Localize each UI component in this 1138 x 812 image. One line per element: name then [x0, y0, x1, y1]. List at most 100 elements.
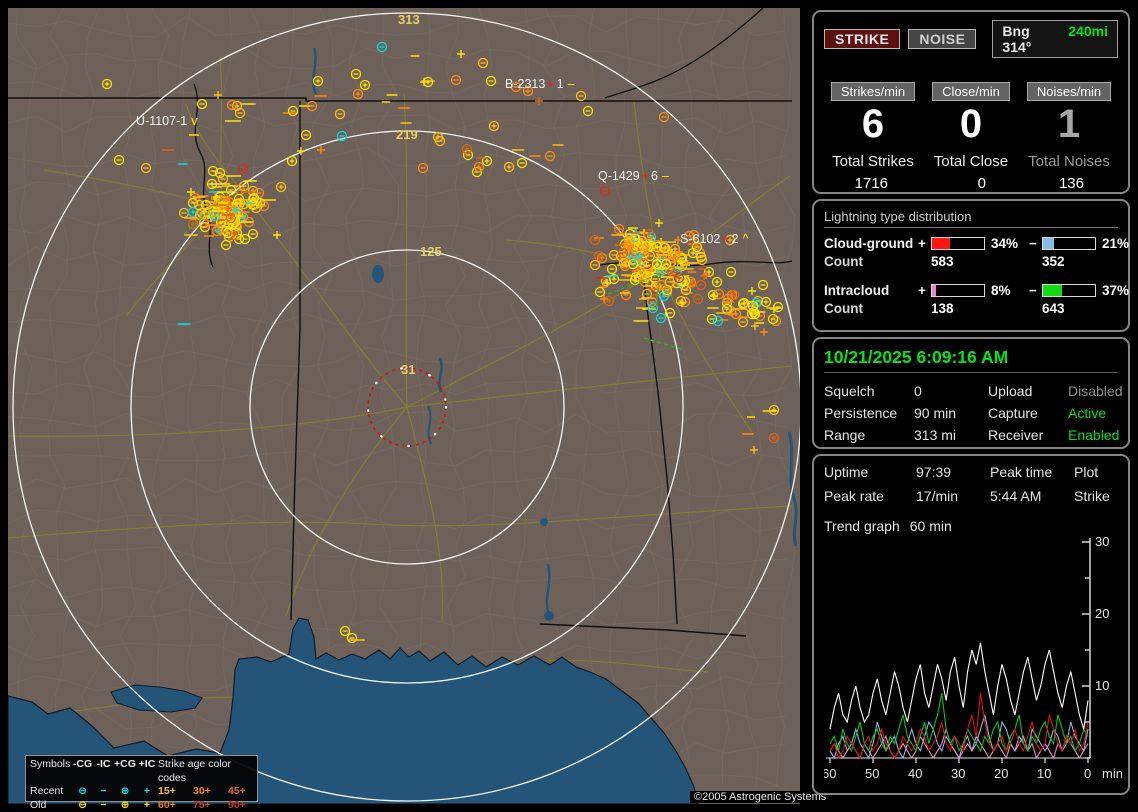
svg-text:60: 60 — [824, 766, 836, 781]
cg-positive-count: 583 — [931, 254, 954, 269]
legend-row-label: Recent — [30, 785, 64, 797]
total-strikes-label: Total Strikes — [832, 153, 914, 170]
uptime-label: Uptime — [824, 464, 869, 480]
symbol-legend: Symbols -CG -IC +CG +IC Strike age color code… — [25, 755, 258, 811]
intracloud-label: Intracloud — [824, 283, 890, 298]
peak-time-value: 5:44 AM — [990, 488, 1042, 504]
bearing-range-display: Bng 314° 240mi — [992, 20, 1118, 58]
ic-positive-percent: 8% — [991, 283, 1011, 298]
svg-text:S-6102+2^: S-6102 +2 ^ — [680, 232, 749, 246]
plot-label: Plot — [1074, 464, 1099, 480]
ic-positive-bar — [931, 284, 985, 297]
minus-sign: − — [1029, 236, 1037, 251]
noises-per-min-column: Noises/min 1 Total Noises 136 — [1020, 82, 1118, 192]
total-close-value: 0 — [977, 175, 986, 192]
map-viewport[interactable]: 313 219 125 31 B-2313 +1– U-1107-1 v Q-1429 +6– S… — [8, 8, 831, 811]
cg-negative-count: 352 — [1042, 254, 1065, 269]
ic-negative-bar — [1042, 284, 1096, 297]
legend-col--IC: -IC — [96, 758, 111, 770]
total-strikes-value: 1716 — [854, 175, 888, 192]
legend-age-75+: 75+ — [193, 798, 211, 811]
legend-symbol-icon: − — [100, 798, 107, 811]
status-label-1l: Persistence — [824, 405, 898, 421]
distribution-title: Lightning type distribution — [824, 209, 1118, 228]
svg-text:313: 313 — [398, 12, 420, 27]
plot-value[interactable]: Strike — [1074, 488, 1118, 504]
cg-positive-bar — [931, 237, 985, 250]
status-label-0l: Squelch — [824, 383, 875, 399]
close-per-min-value: 0 — [959, 102, 983, 146]
trend-graph: 10 20 30 60 50 40 30 20 10 0 min — [822, 534, 1123, 781]
status-value-1r: Active — [1068, 405, 1107, 421]
svg-text:10: 10 — [1037, 766, 1051, 781]
svg-text:125: 125 — [420, 244, 442, 259]
legend-symbol-icon: − — [100, 785, 107, 797]
cg-negative-bar — [1042, 237, 1096, 250]
ic-negative-count: 643 — [1042, 301, 1065, 316]
datetime-display: 10/21/2025 6:09:16 AM — [824, 347, 1118, 373]
uptime-value: 97:39 — [916, 464, 952, 480]
legend-symbols-header: Symbols — [30, 758, 71, 770]
legend-symbol-icon: ⊖ — [78, 785, 87, 797]
panel-session: Uptime 97:39 Peak time Plot Peak rate 17… — [812, 454, 1130, 795]
panel-stats: STRIKE NOISE Bng 314° 240mi Strikes/min … — [812, 10, 1130, 194]
status-label-2l: Range — [824, 427, 866, 443]
status-value-2r: Enabled — [1068, 427, 1120, 443]
total-close-label: Total Close — [933, 153, 1009, 170]
status-label-2r: Receiver — [988, 427, 1044, 443]
legend-age-header: Strike age color codes — [158, 758, 231, 784]
legend-col--CG: -CG — [72, 758, 93, 770]
status-value-0l: 0 — [914, 383, 922, 399]
legend-symbol-icon: ⊖ — [78, 798, 87, 811]
legend-symbol-icon: ⊕ — [120, 798, 130, 811]
svg-text:30: 30 — [951, 766, 965, 781]
svg-text:20: 20 — [1095, 606, 1109, 621]
peak-rate-label: Peak rate — [824, 488, 884, 504]
panel-status: 10/21/2025 6:09:16 AM Squelch 0 Upload D… — [812, 337, 1130, 449]
plus-sign: + — [918, 283, 926, 298]
legend-age-90+: 90+ — [228, 798, 246, 811]
minus-sign: − — [1029, 283, 1037, 298]
map-canvas[interactable]: 31321912531 B-2313 +1 –U-1107-1 vQ-1429 +6 –S… — [8, 8, 800, 804]
peak-rate-value: 17/min — [916, 488, 959, 504]
cloud-ground-label: Cloud-ground — [824, 236, 914, 251]
svg-text:30: 30 — [1095, 536, 1109, 549]
legend-age-30+: 30+ — [193, 785, 211, 797]
noises-per-min-button[interactable]: Noises/min — [1026, 82, 1112, 101]
trend-window-value[interactable]: 60 min — [910, 518, 952, 534]
strike-toggle-button[interactable]: STRIKE — [824, 29, 901, 49]
svg-text:min: min — [1102, 766, 1122, 781]
panel-lightning-distribution: Lightning type distribution Cloud-ground… — [812, 199, 1130, 332]
legend-symbol-icon: + — [143, 785, 151, 797]
legend-row-label: Old — [30, 798, 47, 811]
strikes-per-min-column: Strikes/min 6 Total Strikes 1716 — [824, 82, 922, 192]
noise-toggle-button[interactable]: NOISE — [908, 29, 977, 49]
svg-text:10: 10 — [1095, 678, 1109, 693]
ic-count-label: Count — [824, 301, 863, 316]
total-noises-label: Total Noises — [1028, 153, 1110, 170]
close-per-min-column: Close/min 0 Total Close 0 — [922, 82, 1020, 192]
status-label-1r: Capture — [988, 405, 1038, 421]
status-value-2l: 313 mi — [914, 427, 957, 443]
svg-text:20: 20 — [994, 766, 1008, 781]
svg-text:40: 40 — [908, 766, 922, 781]
legend-symbol-icon: ⊕ — [120, 785, 130, 797]
copyright-text: ©2005 Astrogenic Systems — [690, 791, 831, 803]
strikes-per-min-button[interactable]: Strikes/min — [830, 82, 916, 101]
close-per-min-button[interactable]: Close/min — [932, 82, 1010, 101]
status-value-1l: 90 min — [914, 405, 957, 421]
ic-positive-count: 138 — [931, 301, 954, 316]
legend-age-45+: 45+ — [228, 785, 246, 797]
cg-negative-percent: 21% — [1102, 236, 1130, 251]
cg-count-label: Count — [824, 254, 863, 269]
legend-age-15+: 15+ — [158, 785, 176, 797]
svg-text:31: 31 — [401, 362, 415, 377]
legend-symbol-icon: + — [143, 798, 151, 811]
legend-col-+IC: +IC — [138, 758, 156, 770]
cg-positive-percent: 34% — [991, 236, 1019, 251]
status-value-0r: Disabled — [1068, 383, 1123, 399]
ic-negative-percent: 37% — [1102, 283, 1130, 298]
strikes-per-min-value: 6 — [861, 102, 885, 146]
noises-per-min-value: 1 — [1057, 102, 1081, 146]
svg-text:219: 219 — [396, 127, 418, 142]
